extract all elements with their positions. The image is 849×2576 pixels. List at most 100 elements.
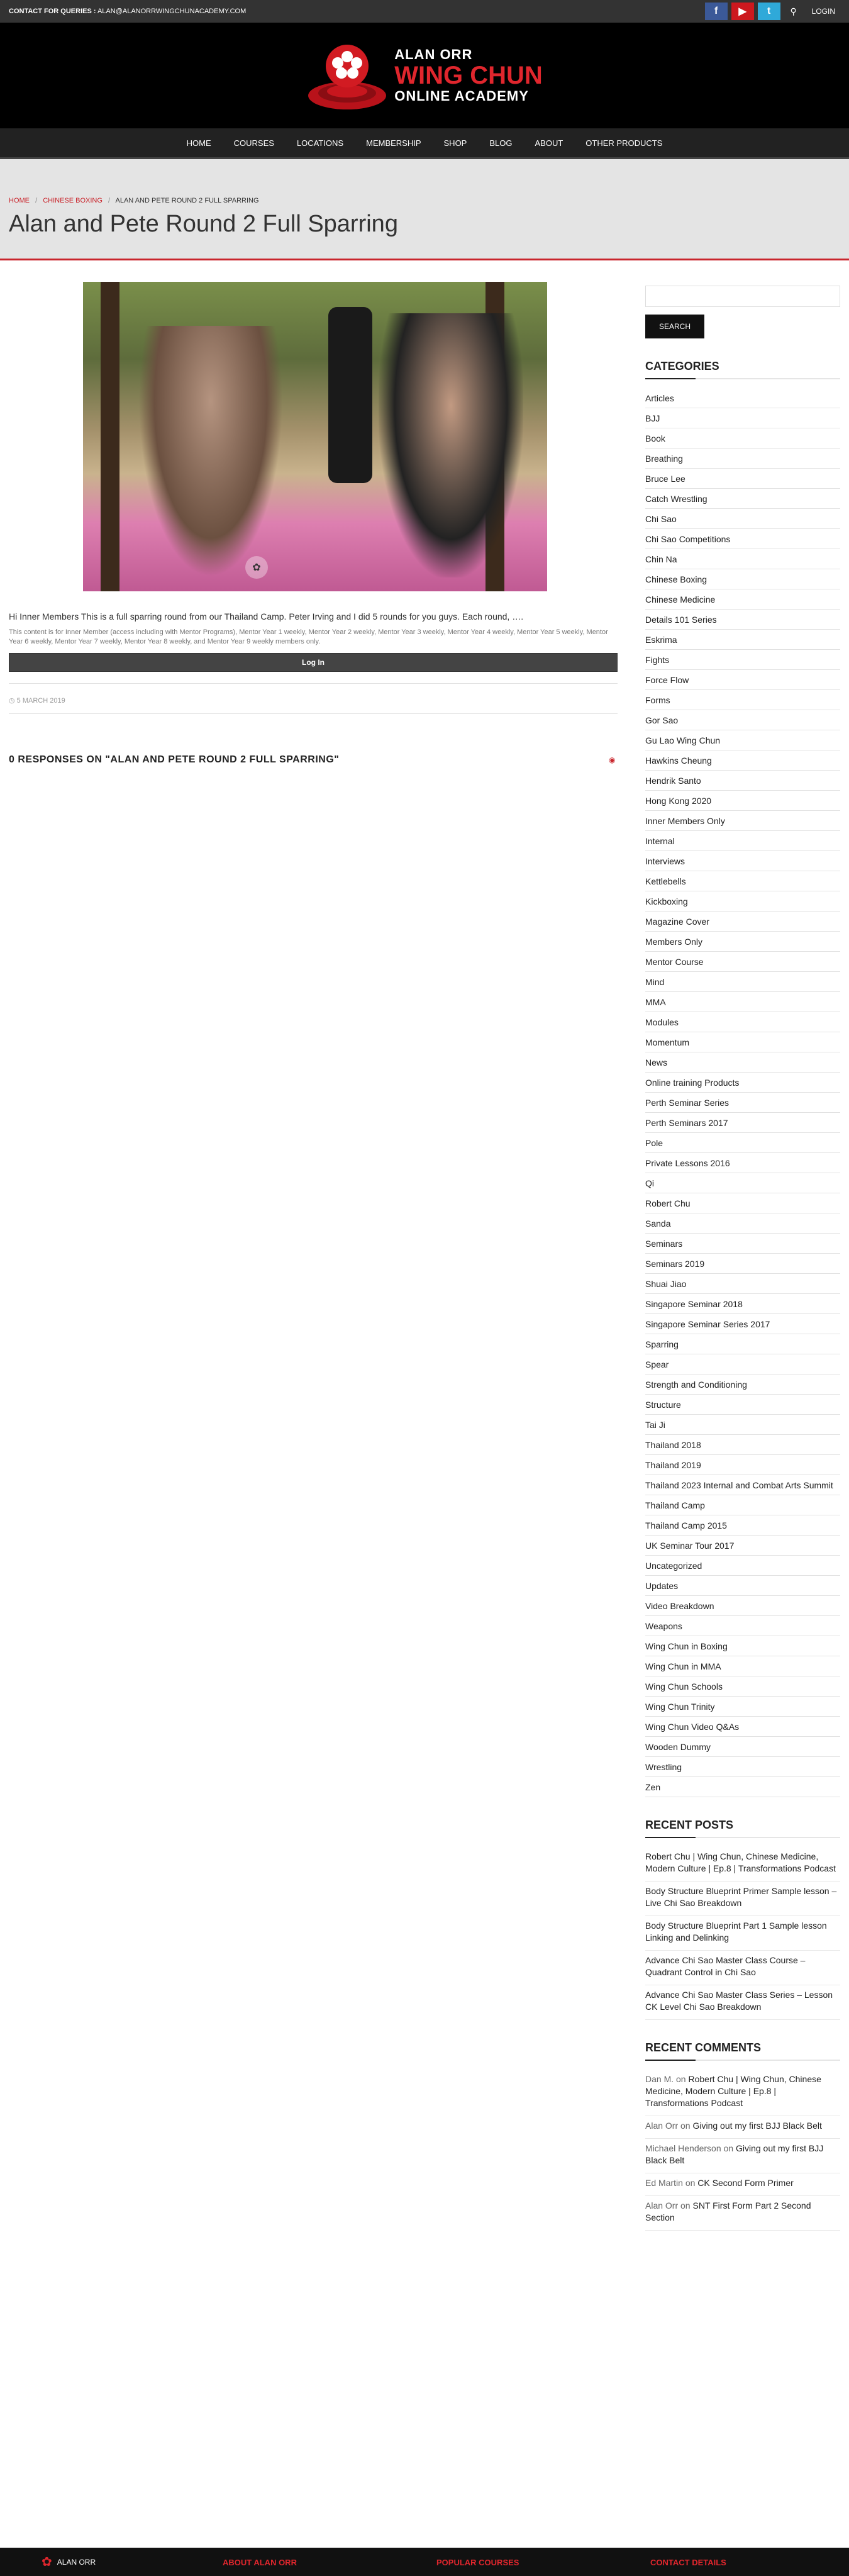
site-logo[interactable]: ALAN ORR WING CHUN ONLINE ACADEMY (306, 38, 543, 113)
category-item[interactable]: Weapons (645, 1616, 840, 1636)
comment-author[interactable]: Alan Orr (645, 2121, 678, 2131)
category-item[interactable]: Wing Chun Trinity (645, 1697, 840, 1717)
nav-locations[interactable]: LOCATIONS (286, 138, 355, 148)
category-item[interactable]: Hawkins Cheung (645, 750, 840, 771)
category-item[interactable]: Thailand 2018 (645, 1435, 840, 1455)
recent-post-item[interactable]: Body Structure Blueprint Part 1 Sample l… (645, 1916, 840, 1951)
nav-shop[interactable]: SHOP (433, 138, 479, 148)
category-item[interactable]: MMA (645, 992, 840, 1012)
category-item[interactable]: Shuai Jiao (645, 1274, 840, 1294)
category-item[interactable]: Hong Kong 2020 (645, 791, 840, 811)
category-item[interactable]: Thailand Camp (645, 1495, 840, 1515)
category-item[interactable]: Breathing (645, 449, 840, 469)
category-item[interactable]: BJJ (645, 408, 840, 428)
category-item[interactable]: Seminars 2019 (645, 1254, 840, 1274)
category-item[interactable]: Catch Wrestling (645, 489, 840, 509)
category-item[interactable]: Chinese Boxing (645, 569, 840, 589)
footer-logo[interactable]: ✿ ALAN ORR (42, 2554, 96, 2570)
category-item[interactable]: Members Only (645, 932, 840, 952)
category-item[interactable]: Sparring (645, 1334, 840, 1354)
recent-post-item[interactable]: Advance Chi Sao Master Class Course – Qu… (645, 1951, 840, 1985)
category-item[interactable]: Forms (645, 690, 840, 710)
category-item[interactable]: Force Flow (645, 670, 840, 690)
category-item[interactable]: Articles (645, 388, 840, 408)
category-item[interactable]: Momentum (645, 1032, 840, 1052)
category-item[interactable]: Internal (645, 831, 840, 851)
category-item[interactable]: Wrestling (645, 1757, 840, 1777)
category-item[interactable]: Wing Chun Video Q&As (645, 1717, 840, 1737)
breadcrumb-category[interactable]: CHINESE BOXING (43, 197, 103, 204)
search-button[interactable]: SEARCH (645, 315, 704, 338)
category-item[interactable]: Wing Chun Schools (645, 1676, 840, 1697)
nav-about[interactable]: ABOUT (523, 138, 574, 148)
category-item[interactable]: Zen (645, 1777, 840, 1797)
category-item[interactable]: Chi Sao Competitions (645, 529, 840, 549)
contact-email[interactable]: ALAN@ALANORRWINGCHUNACADEMY.COM (97, 8, 246, 15)
category-item[interactable]: Uncategorized (645, 1556, 840, 1576)
recent-post-item[interactable]: Advance Chi Sao Master Class Series – Le… (645, 1985, 840, 2020)
category-item[interactable]: Fights (645, 650, 840, 670)
comment-author[interactable]: Alan Orr (645, 2200, 678, 2211)
category-item[interactable]: Chinese Medicine (645, 589, 840, 610)
category-item[interactable]: Chi Sao (645, 509, 840, 529)
category-item[interactable]: Wing Chun in Boxing (645, 1636, 840, 1656)
category-item[interactable]: Pole (645, 1133, 840, 1153)
category-item[interactable]: Chin Na (645, 549, 840, 569)
category-item[interactable]: Magazine Cover (645, 912, 840, 932)
category-item[interactable]: Inner Members Only (645, 811, 840, 831)
category-item[interactable]: Wooden Dummy (645, 1737, 840, 1757)
post-featured-video[interactable]: ✿ (83, 282, 547, 591)
category-item[interactable]: Spear (645, 1354, 840, 1374)
comment-post-link[interactable]: CK Second Form Primer (697, 2178, 793, 2188)
category-item[interactable]: Hendrik Santo (645, 771, 840, 791)
category-item[interactable]: News (645, 1052, 840, 1073)
category-item[interactable]: Singapore Seminar Series 2017 (645, 1314, 840, 1334)
category-item[interactable]: Strength and Conditioning (645, 1374, 840, 1395)
category-item[interactable]: Private Lessons 2016 (645, 1153, 840, 1173)
facebook-icon[interactable]: f (704, 3, 728, 20)
category-item[interactable]: Book (645, 428, 840, 449)
category-item[interactable]: Sanda (645, 1213, 840, 1234)
category-item[interactable]: Tai Ji (645, 1415, 840, 1435)
youtube-icon[interactable]: ▶ (731, 3, 754, 20)
comment-author[interactable]: Michael Henderson (645, 2143, 721, 2153)
category-item[interactable]: Modules (645, 1012, 840, 1032)
comment-author[interactable]: Ed Martin (645, 2178, 683, 2188)
category-item[interactable]: Perth Seminar Series (645, 1093, 840, 1113)
login-link[interactable]: LOGIN (807, 7, 840, 16)
nav-home[interactable]: HOME (175, 138, 223, 148)
comment-post-link[interactable]: Giving out my first BJJ Black Belt (692, 2121, 821, 2131)
nav-other-products[interactable]: OTHER PRODUCTS (574, 138, 674, 148)
category-item[interactable]: Gor Sao (645, 710, 840, 730)
recent-post-item[interactable]: Body Structure Blueprint Primer Sample l… (645, 1882, 840, 1916)
category-item[interactable]: Wing Chun in MMA (645, 1656, 840, 1676)
nav-blog[interactable]: BLOG (478, 138, 523, 148)
nav-membership[interactable]: MEMBERSHIP (355, 138, 432, 148)
category-item[interactable]: Updates (645, 1576, 840, 1596)
category-item[interactable]: Kickboxing (645, 891, 840, 912)
category-item[interactable]: Structure (645, 1395, 840, 1415)
category-item[interactable]: UK Seminar Tour 2017 (645, 1536, 840, 1556)
recent-post-item[interactable]: Robert Chu | Wing Chun, Chinese Medicine… (645, 1847, 840, 1882)
category-item[interactable]: Eskrima (645, 630, 840, 650)
category-item[interactable]: Mentor Course (645, 952, 840, 972)
category-item[interactable]: Mind (645, 972, 840, 992)
category-item[interactable]: Interviews (645, 851, 840, 871)
category-item[interactable]: Video Breakdown (645, 1596, 840, 1616)
category-item[interactable]: Bruce Lee (645, 469, 840, 489)
category-item[interactable]: Singapore Seminar 2018 (645, 1294, 840, 1314)
category-item[interactable]: Qi (645, 1173, 840, 1193)
search-input[interactable] (645, 286, 840, 307)
category-item[interactable]: Seminars (645, 1234, 840, 1254)
category-item[interactable]: Thailand Camp 2015 (645, 1515, 840, 1536)
search-icon[interactable]: ⚲ (784, 6, 803, 17)
nav-courses[interactable]: COURSES (223, 138, 286, 148)
category-item[interactable]: Details 101 Series (645, 610, 840, 630)
comment-author[interactable]: Dan M. (645, 2074, 674, 2084)
log-in-button[interactable]: Log In (9, 653, 618, 672)
rss-icon[interactable]: ◉ (609, 756, 618, 764)
category-item[interactable]: Online training Products (645, 1073, 840, 1093)
category-item[interactable]: Thailand 2023 Internal and Combat Arts S… (645, 1475, 840, 1495)
category-item[interactable]: Robert Chu (645, 1193, 840, 1213)
category-item[interactable]: Kettlebells (645, 871, 840, 891)
